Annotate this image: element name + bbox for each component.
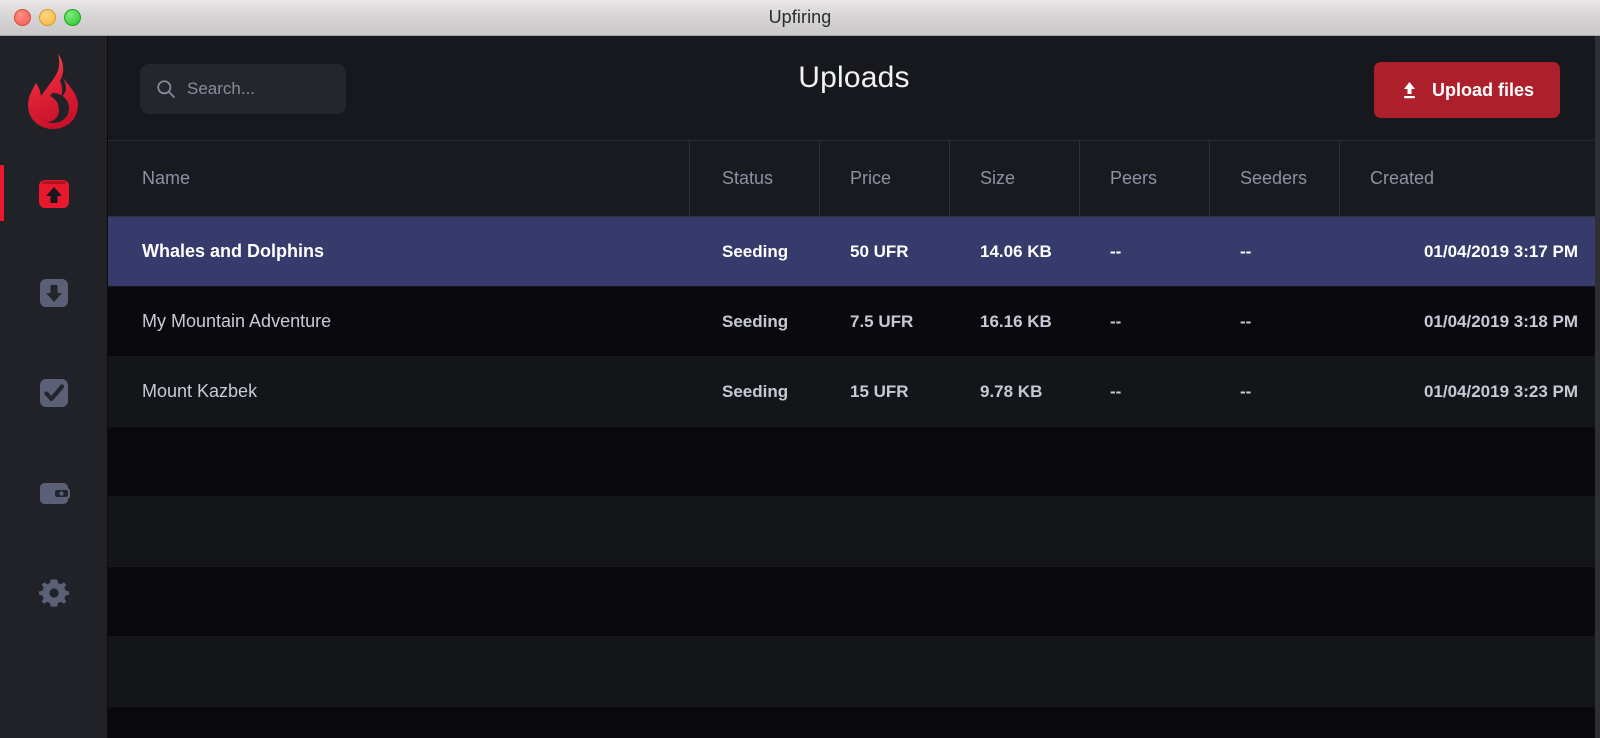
table-empty-row (108, 637, 1600, 707)
window-titlebar: Upfiring (0, 0, 1600, 36)
table-empty-row (108, 567, 1600, 637)
cell-created: 01/04/2019 3:17 PM (1423, 241, 1578, 261)
table-empty-row (108, 427, 1600, 497)
upload-arrow-icon (1403, 81, 1415, 98)
sidebar-item-settings[interactable] (0, 550, 108, 636)
table-empty-row (108, 497, 1600, 567)
column-header-peers[interactable]: Peers (1080, 141, 1210, 216)
window-controls[interactable] (14, 9, 81, 26)
cell-name: Whales and Dolphins (142, 241, 325, 261)
cell-size: 9.78 KB (980, 381, 1043, 401)
table-body: Whales and Dolphins Seeding 50 UFR 14.06 KB… (108, 217, 1600, 738)
cell-size: 14.06 KB (980, 241, 1052, 261)
app-shell: Search... Uploads Upload files Name Stat… (0, 36, 1600, 738)
gear-icon (38, 579, 69, 607)
column-header-name[interactable]: Name (108, 141, 690, 216)
topbar: Search... Uploads Upload files (108, 36, 1600, 140)
cell-status: Seeding (722, 311, 789, 331)
upload-files-button[interactable]: Upload files (1373, 62, 1560, 118)
column-header-size[interactable]: Size (950, 141, 1080, 216)
cell-seeders: -- (1240, 381, 1252, 401)
main-content: Search... Uploads Upload files Name Stat… (108, 36, 1600, 738)
sidebar (0, 36, 108, 738)
maximize-button[interactable] (64, 9, 81, 26)
cell-status: Seeding (722, 241, 789, 261)
cell-created: 01/04/2019 3:23 PM (1423, 381, 1578, 401)
close-button[interactable] (14, 9, 31, 26)
cell-seeders: -- (1240, 241, 1252, 261)
cell-name: Mount Kazbek (142, 381, 258, 401)
table-row[interactable]: Whales and Dolphins Seeding 50 UFR 14.06 KB… (108, 217, 1600, 287)
sidebar-item-completed[interactable] (0, 350, 108, 436)
download-square-icon (39, 279, 68, 307)
wallet-icon (39, 483, 70, 504)
sidebar-item-wallet[interactable] (0, 450, 108, 536)
cell-created: 01/04/2019 3:18 PM (1423, 311, 1578, 331)
upload-files-label: Upload files (1431, 79, 1534, 100)
uploads-table: Name Status Price Size Peers Seeders Cre… (108, 140, 1600, 738)
check-square-icon (39, 379, 68, 407)
column-header-price[interactable]: Price (820, 141, 950, 216)
table-header-row: Name Status Price Size Peers Seeders Cre… (108, 141, 1600, 217)
sidebar-nav (0, 150, 107, 636)
table-row[interactable]: Mount Kazbek Seeding 15 UFR 9.78 KB -- -- 01/0… (108, 357, 1600, 427)
cell-seeders: -- (1240, 311, 1252, 331)
cell-peers: -- (1110, 381, 1122, 401)
cell-price: 50 UFR (850, 241, 909, 261)
table-empty-row (108, 707, 1600, 738)
cell-name: My Mountain Adventure (142, 311, 332, 331)
column-header-created[interactable]: Created (1340, 141, 1600, 216)
sidebar-item-downloads[interactable] (0, 250, 108, 336)
scrollbar-track[interactable] (1595, 36, 1600, 738)
upfiring-flame-logo (22, 52, 86, 130)
cell-price: 15 UFR (850, 381, 909, 401)
table-row[interactable]: My Mountain Adventure Seeding 7.5 UFR 16.16… (108, 287, 1600, 357)
column-header-seeders[interactable]: Seeders (1210, 141, 1340, 216)
minimize-button[interactable] (39, 9, 56, 26)
column-header-status[interactable]: Status (690, 141, 820, 216)
cell-peers: -- (1110, 311, 1122, 331)
cell-peers: -- (1110, 241, 1122, 261)
cell-size: 16.16 KB (980, 311, 1052, 331)
upload-square-icon (38, 180, 69, 208)
sidebar-item-uploads[interactable] (0, 150, 108, 236)
cell-price: 7.5 UFR (850, 311, 914, 331)
cell-status: Seeding (722, 381, 789, 401)
window-title: Upfiring (768, 7, 832, 27)
